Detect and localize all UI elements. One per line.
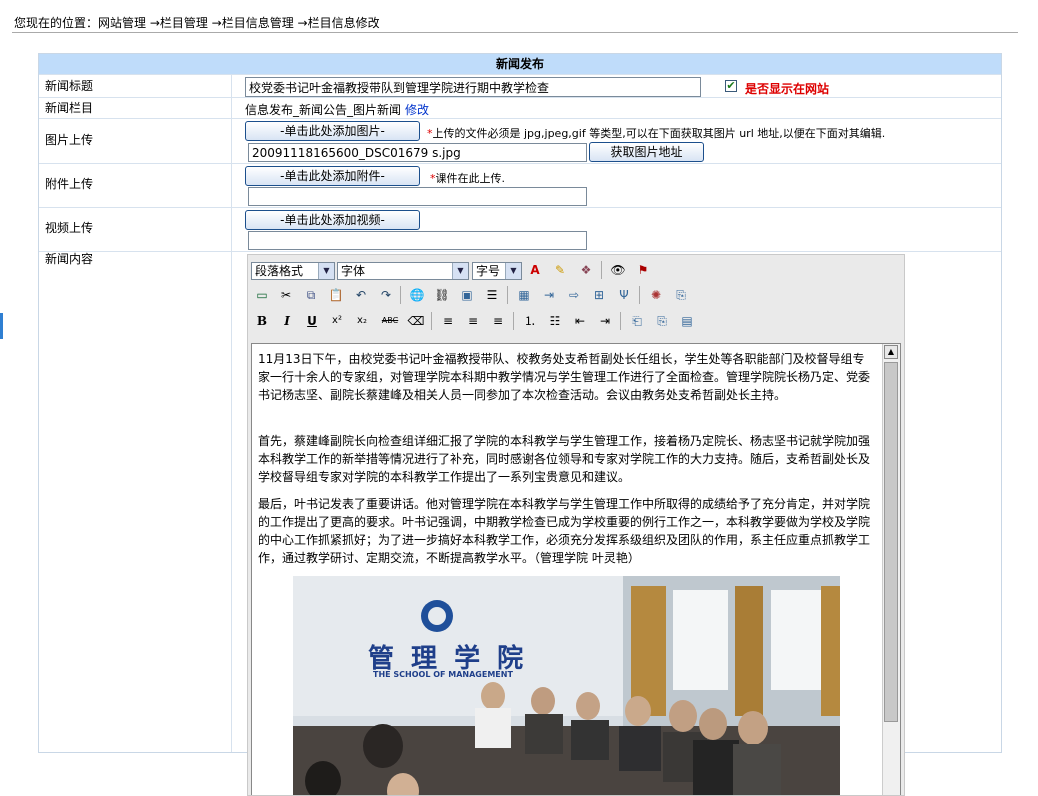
copy-icon[interactable]: ⧉ — [302, 286, 320, 304]
news-column-label: 新闻栏目 — [39, 98, 232, 118]
get-image-url-button[interactable]: 获取图片地址 — [589, 142, 704, 162]
toolbar-separator — [513, 312, 514, 330]
font-color-icon[interactable]: A — [526, 261, 544, 279]
toolbar-separator — [431, 312, 432, 330]
rich-text-editor: 段落格式 ▼ 字体 ▼ 字号 ▼ A ✎ ❖ 👁 ⚑ ▭ ✂ ⧉ 📋 ↶ ↷ 🌐 ⛓ … — [247, 254, 905, 796]
chevron-down-icon: ▼ — [318, 263, 334, 279]
show-on-site-checkbox[interactable]: ✔ — [725, 80, 737, 92]
attachment-upload-row: 附件上传 -单击此处添加附件- *课件在此上传. — [39, 164, 1001, 208]
meeting-room-photo — [293, 576, 840, 795]
insert-column-icon[interactable]: ⇨ — [565, 286, 583, 304]
eraser-icon[interactable]: ⌫ — [407, 312, 425, 330]
image-upload-label: 图片上传 — [39, 119, 232, 163]
horizontal-rule-icon[interactable]: ☰ — [483, 286, 501, 304]
new-document-icon[interactable]: ▭ — [253, 286, 271, 304]
paste-icon[interactable]: 📋 — [327, 286, 345, 304]
merge-cells-icon[interactable]: ⊞ — [590, 286, 608, 304]
attachment-path-input[interactable] — [248, 187, 587, 206]
show-on-site-label: 是否显示在网站 — [745, 82, 830, 96]
ordered-list-icon[interactable]: ⒈ — [521, 312, 539, 330]
superscript-icon[interactable]: x² — [328, 312, 346, 330]
toolbar-separator — [639, 286, 640, 304]
breadcrumb-divider — [12, 32, 1018, 33]
insert-after-icon[interactable]: ⎘ — [653, 312, 671, 330]
bold-icon[interactable]: B — [253, 312, 271, 330]
highlight-color-icon[interactable]: ✎ — [551, 261, 569, 279]
strikethrough-icon[interactable]: ABC — [378, 312, 402, 330]
align-center-icon[interactable]: ≡ — [464, 312, 482, 330]
source-icon[interactable]: ⎘ — [672, 286, 690, 304]
split-cells-icon[interactable]: Ψ — [615, 286, 633, 304]
italic-icon[interactable]: I — [278, 312, 296, 330]
video-path-input[interactable] — [248, 231, 587, 250]
toolbar-separator — [620, 312, 621, 330]
font-select[interactable]: 字体 ▼ — [337, 262, 469, 280]
add-image-button[interactable]: -单击此处添加图片- — [245, 121, 420, 141]
insert-table-icon[interactable]: ▦ — [515, 286, 533, 304]
chevron-down-icon: ▼ — [452, 263, 468, 279]
special-char-icon[interactable]: ❖ — [577, 261, 595, 279]
insert-row-icon[interactable]: ⇥ — [540, 286, 558, 304]
outdent-icon[interactable]: ⇤ — [571, 312, 589, 330]
news-title-input[interactable] — [245, 77, 701, 97]
chevron-down-icon: ▼ — [505, 263, 521, 279]
news-column-row: 新闻栏目 信息发布_新闻公告_图片新闻 修改 — [39, 98, 1001, 119]
flag-icon[interactable]: ⚑ — [634, 261, 652, 279]
content-paragraph: 最后，叶书记发表了重要讲话。他对管理学院在本科教学与学生管理工作中所取得的成绩给… — [258, 497, 871, 565]
toolbar-separator — [507, 286, 508, 304]
add-attachment-button[interactable]: -单击此处添加附件- — [245, 166, 420, 186]
media-icon[interactable]: ✺ — [647, 286, 665, 304]
photo-sign-en: THE SCHOOL OF MANAGEMENT — [373, 670, 513, 679]
insert-before-icon[interactable]: ⎗ — [628, 312, 646, 330]
sidebar-edge-marker — [0, 313, 3, 339]
find-icon[interactable]: 👁 — [609, 261, 627, 279]
image-upload-row: 图片上传 -单击此处添加图片- *上传的文件必须是 jpg,jpeg,gif 等… — [39, 119, 1001, 164]
content-paragraph: 11月13日下午，由校党委书记叶金福教授带队、校教务处支希哲副处长任组长，学生处… — [258, 352, 871, 402]
news-photo: 管 理 学 院 THE SCHOOL OF MANAGEMENT — [293, 576, 840, 795]
image-upload-note: *上传的文件必须是 jpg,jpeg,gif 等类型,可以在下面获取其图片 ur… — [427, 127, 886, 140]
paragraph-format-select[interactable]: 段落格式 ▼ — [251, 262, 335, 280]
subscript-icon[interactable]: x₂ — [353, 312, 371, 330]
align-right-icon[interactable]: ≡ — [489, 312, 507, 330]
form-title: 新闻发布 — [39, 54, 1001, 75]
scroll-up-icon[interactable]: ▲ — [884, 345, 898, 359]
toolbar-separator — [400, 286, 401, 304]
news-content-label: 新闻内容 — [39, 252, 232, 752]
news-column-edit-link[interactable]: 修改 — [405, 101, 429, 118]
unordered-list-icon[interactable]: ☷ — [546, 312, 564, 330]
content-scrollbar[interactable]: ▲ — [882, 344, 900, 795]
insert-image-icon[interactable]: ▣ — [458, 286, 476, 304]
news-title-label: 新闻标题 — [39, 75, 232, 97]
news-column-value: 信息发布_新闻公告_图片新闻 — [245, 103, 402, 117]
add-video-button[interactable]: -单击此处添加视频- — [245, 210, 420, 230]
content-paragraph: 首先，蔡建峰副院长向检查组详细汇报了学院的本科教学与学生管理工作，接着杨乃定院长… — [258, 434, 871, 484]
image-filename-input[interactable] — [248, 143, 587, 162]
underline-icon[interactable]: U — [303, 312, 321, 330]
cut-icon[interactable]: ✂ — [277, 286, 295, 304]
table-properties-icon[interactable]: ▤ — [678, 312, 696, 330]
unlink-icon[interactable]: ⛓ — [433, 286, 451, 304]
font-size-select[interactable]: 字号 ▼ — [472, 262, 522, 280]
breadcrumb: 您现在的位置：网站管理 →栏目管理 →栏目信息管理 →栏目信息修改 — [14, 16, 380, 30]
undo-icon[interactable]: ↶ — [352, 286, 370, 304]
attachment-upload-note: *课件在此上传. — [430, 172, 505, 185]
news-title-row: 新闻标题 ✔ 是否显示在网站 — [39, 75, 1001, 98]
indent-icon[interactable]: ⇥ — [596, 312, 614, 330]
align-left-icon[interactable]: ≡ — [439, 312, 457, 330]
video-upload-row: 视频上传 -单击此处添加视频- — [39, 208, 1001, 252]
video-upload-label: 视频上传 — [39, 208, 232, 251]
scrollbar-thumb[interactable] — [884, 362, 898, 722]
toolbar-separator — [601, 261, 602, 279]
insert-link-icon[interactable]: 🌐 — [408, 286, 426, 304]
editor-content-area[interactable]: 11月13日下午，由校党委书记叶金福教授带队、校教务处支希哲副处长任组长，学生处… — [251, 343, 901, 795]
redo-icon[interactable]: ↷ — [377, 286, 395, 304]
attachment-upload-label: 附件上传 — [39, 164, 232, 207]
